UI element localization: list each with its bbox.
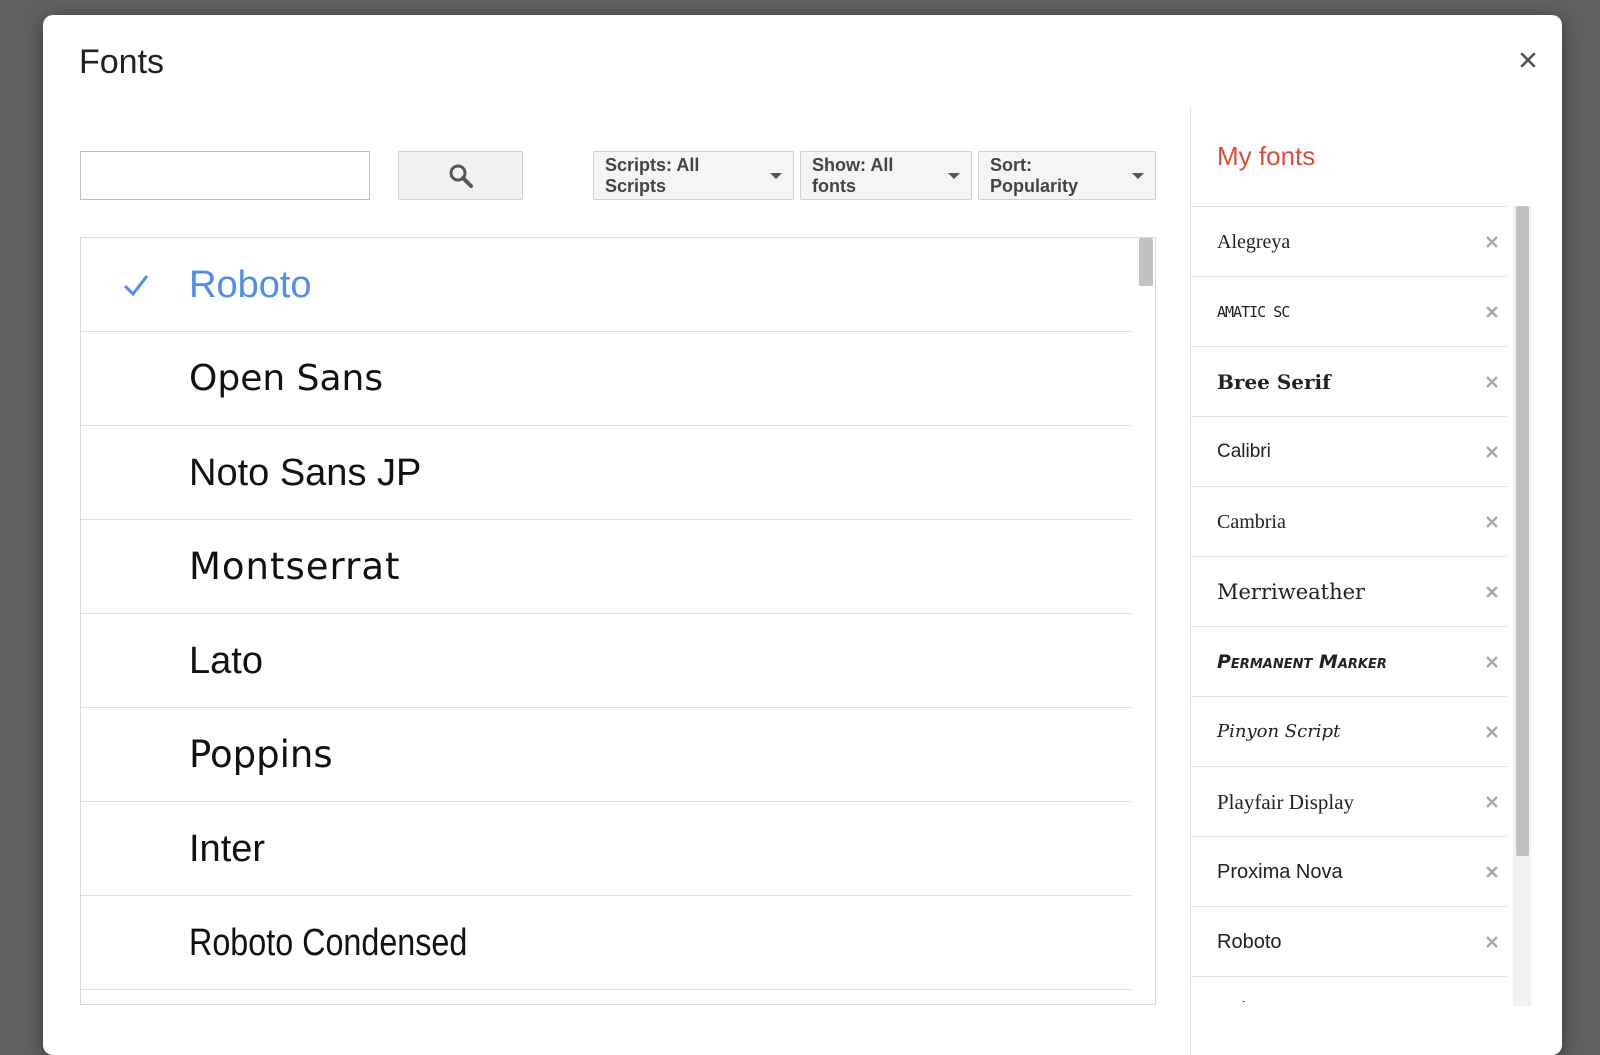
- close-icon: [1486, 726, 1498, 738]
- my-font-item[interactable]: Calibri: [1191, 417, 1507, 487]
- font-list-scrollbar[interactable]: [1137, 238, 1155, 1004]
- sort-dropdown[interactable]: Sort: Popularity: [978, 151, 1156, 200]
- font-name: Roboto: [189, 264, 312, 306]
- my-font-label: Bree Serif: [1217, 370, 1331, 394]
- search-input[interactable]: [80, 151, 370, 200]
- chevron-down-icon: [948, 172, 960, 179]
- font-name: Poppins: [189, 733, 333, 776]
- font-browser: Scripts: All Scripts Show: All fonts Sor…: [43, 15, 1215, 1055]
- font-list-item[interactable]: Roboto: [81, 238, 1131, 332]
- close-icon: [1486, 516, 1498, 528]
- my-font-label: Amatic SC: [1217, 303, 1290, 321]
- my-font-label: Proxima Nova: [1217, 861, 1343, 883]
- check-icon: [123, 275, 149, 297]
- my-font-item[interactable]: Pinyon Script: [1191, 697, 1507, 767]
- font-list-item[interactable]: Montserrat: [81, 520, 1131, 614]
- search-icon: [449, 164, 473, 188]
- my-fonts-list: Alegreya Amatic SC Bree Serif Calibri Ca…: [1191, 206, 1507, 1002]
- my-fonts-scroll-thumb[interactable]: [1516, 206, 1529, 856]
- font-list-item[interactable]: Open Sans: [81, 332, 1131, 426]
- my-font-label: Cambria: [1217, 511, 1286, 533]
- close-icon: [1520, 52, 1536, 68]
- font-list-item[interactable]: Lato: [81, 614, 1131, 708]
- my-font-item[interactable]: Proxima Nova: [1191, 837, 1507, 907]
- remove-font-button[interactable]: [1480, 300, 1504, 324]
- close-button[interactable]: [1513, 45, 1543, 75]
- chevron-down-icon: [770, 172, 782, 179]
- remove-font-button[interactable]: [1480, 510, 1504, 534]
- my-font-item[interactable]: Merriweather: [1191, 557, 1507, 627]
- close-icon: [1486, 936, 1498, 948]
- close-icon: [1486, 866, 1498, 878]
- font-list-item[interactable]: Roboto Condensed: [81, 896, 1131, 990]
- font-name: Noto Sans JP: [189, 452, 422, 494]
- my-font-label: Permanent Marker: [1217, 651, 1387, 673]
- my-font-label: Pinyon Script: [1217, 721, 1341, 742]
- remove-font-button[interactable]: [1480, 370, 1504, 394]
- font-list-item[interactable]: Poppins: [81, 708, 1131, 802]
- my-font-item[interactable]: Roboto Mono: [1191, 977, 1507, 1002]
- remove-font-button[interactable]: [1480, 790, 1504, 814]
- my-font-label: Playfair Display: [1217, 790, 1355, 814]
- my-font-label: Roboto Mono: [1217, 977, 1349, 1002]
- scripts-dropdown[interactable]: Scripts: All Scripts: [593, 151, 794, 200]
- fonts-dialog: Fonts Scripts: All Scripts Show: All fon…: [43, 15, 1562, 1055]
- close-icon: [1486, 376, 1498, 388]
- my-font-item[interactable]: Amatic SC: [1191, 277, 1507, 347]
- close-icon: [1486, 236, 1498, 248]
- font-name: Inter: [189, 828, 266, 870]
- my-font-label: Alegreya: [1217, 231, 1291, 253]
- remove-font-button[interactable]: [1480, 1000, 1504, 1002]
- my-font-label: Calibri: [1217, 441, 1271, 462]
- remove-font-button[interactable]: [1480, 930, 1504, 954]
- my-font-item[interactable]: Playfair Display: [1191, 767, 1507, 837]
- my-font-item[interactable]: Roboto: [1191, 907, 1507, 977]
- close-icon: [1486, 586, 1498, 598]
- sort-dropdown-label: Sort: Popularity: [990, 154, 1079, 196]
- my-fonts-title: My fonts: [1217, 141, 1316, 171]
- font-name: Open Sans: [189, 358, 384, 399]
- remove-font-button[interactable]: [1480, 720, 1504, 744]
- font-list-item[interactable]: Inter: [81, 802, 1131, 896]
- show-dropdown-label: Show: All fonts: [812, 154, 894, 196]
- font-name: Montserrat: [189, 545, 401, 588]
- font-name: Lato: [189, 640, 263, 682]
- my-font-item[interactable]: Permanent Marker: [1191, 627, 1507, 697]
- my-font-item[interactable]: Alegreya: [1191, 207, 1507, 277]
- font-list-scroll-thumb[interactable]: [1139, 238, 1153, 286]
- remove-font-button[interactable]: [1480, 860, 1504, 884]
- search-button[interactable]: [398, 151, 523, 200]
- my-font-label: Roboto: [1217, 931, 1282, 953]
- scripts-dropdown-label: Scripts: All Scripts: [605, 154, 700, 196]
- my-fonts-panel: My fonts Alegreya Amatic SC Bree Serif C…: [1190, 107, 1531, 1055]
- font-name: Roboto Condensed: [189, 922, 468, 964]
- close-icon: [1486, 446, 1498, 458]
- close-icon: [1486, 656, 1498, 668]
- close-icon: [1486, 796, 1498, 808]
- close-icon: [1486, 306, 1498, 318]
- my-font-item[interactable]: Bree Serif: [1191, 347, 1507, 417]
- my-font-label: Merriweather: [1217, 580, 1366, 604]
- chevron-down-icon: [1132, 172, 1144, 179]
- remove-font-button[interactable]: [1480, 440, 1504, 464]
- remove-font-button[interactable]: [1480, 650, 1504, 674]
- show-dropdown[interactable]: Show: All fonts: [800, 151, 972, 200]
- font-list-item[interactable]: Noto Sans JP: [81, 426, 1131, 520]
- remove-font-button[interactable]: [1480, 230, 1504, 254]
- remove-font-button[interactable]: [1480, 580, 1504, 604]
- font-list: Roboto Open Sans Noto Sans JP Montserrat…: [80, 237, 1156, 1005]
- my-font-item[interactable]: Cambria: [1191, 487, 1507, 557]
